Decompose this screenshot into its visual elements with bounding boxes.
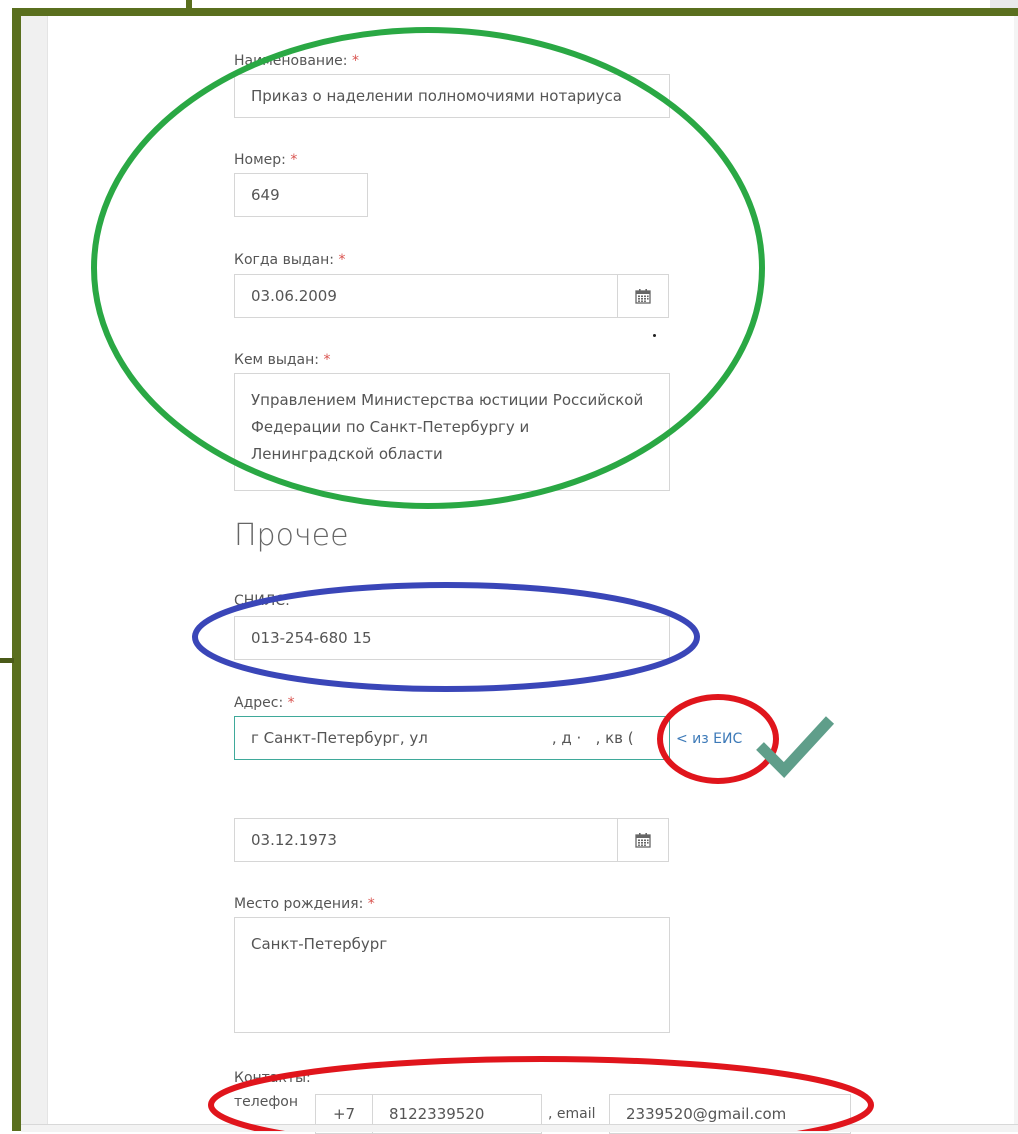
- checkmark-icon: [756, 716, 835, 778]
- name-label-text: Наименование:: [234, 53, 348, 69]
- required-mark: *: [287, 695, 295, 711]
- left-gutter: [21, 16, 48, 1131]
- snils-label: СНИЛС:: [234, 593, 290, 609]
- number-label-text: Номер:: [234, 152, 286, 168]
- calendar-icon: [635, 833, 651, 848]
- address-label-text: Адрес:: [234, 695, 284, 711]
- name-label: Наименование: *: [234, 53, 359, 69]
- calendar-icon: [635, 289, 651, 304]
- section-title-other: Прочее: [234, 518, 349, 553]
- contacts-label: Контакты:: [234, 1070, 311, 1086]
- window-frame-top: [12, 8, 1018, 16]
- required-mark: *: [351, 53, 359, 69]
- issued-date-label-text: Когда выдан:: [234, 252, 335, 268]
- name-input[interactable]: Приказ о наделении полномочиями нотариус…: [234, 74, 670, 118]
- number-label: Номер: *: [234, 152, 297, 168]
- birthplace-textarea[interactable]: Санкт-Петербург: [234, 917, 670, 1033]
- phone-prefix-text: +7: [332, 1105, 356, 1123]
- required-mark: *: [367, 896, 375, 912]
- window-frame-left: [12, 8, 21, 1131]
- required-mark: *: [290, 152, 298, 168]
- required-mark: *: [338, 252, 346, 268]
- issued-date-input[interactable]: 03.06.2009: [234, 274, 618, 318]
- number-input[interactable]: 649: [234, 173, 368, 217]
- issued-by-label-text: Кем выдан:: [234, 352, 319, 368]
- birthplace-label: Место рождения: *: [234, 896, 375, 912]
- issued-date-label: Когда выдан: *: [234, 252, 345, 268]
- address-input[interactable]: г Санкт-Петербург, ул , д · , кв (: [234, 716, 670, 760]
- issued-by-value: Управлением Министерства юстиции Российс…: [251, 391, 644, 463]
- email-label: , email: [548, 1106, 596, 1122]
- address-label: Адрес: *: [234, 695, 295, 711]
- name-value: Приказ о наделении полномочиями нотариус…: [251, 87, 622, 105]
- phone-label: телефон: [234, 1094, 299, 1110]
- email-value: 2339520@gmail.com: [626, 1105, 787, 1123]
- window-frame-stub: [0, 658, 14, 663]
- birth-date-input[interactable]: 03.12.1973: [234, 818, 618, 862]
- address-value: г Санкт-Петербург, ул , д · , кв (: [251, 729, 634, 747]
- right-edge: [1014, 16, 1018, 1131]
- window-frame-tick: [186, 0, 192, 12]
- issued-by-textarea[interactable]: Управлением Министерства юстиции Российс…: [234, 373, 670, 491]
- stray-dot: [653, 334, 656, 337]
- issued-date-calendar-button[interactable]: [617, 274, 669, 318]
- birthplace-label-text: Место рождения:: [234, 896, 364, 912]
- number-value: 649: [251, 186, 280, 204]
- window-corner: [990, 0, 1018, 8]
- issued-date-value: 03.06.2009: [251, 287, 337, 305]
- snils-value: 013-254-680 15: [251, 629, 372, 647]
- snils-input[interactable]: 013-254-680 15: [234, 616, 670, 660]
- birth-date-value: 03.12.1973: [251, 831, 337, 849]
- birthplace-value: Санкт-Петербург: [251, 935, 388, 953]
- issued-by-label: Кем выдан: *: [234, 352, 330, 368]
- birth-date-calendar-button[interactable]: [617, 818, 669, 862]
- phone-value: 8122339520: [389, 1105, 485, 1123]
- from-eis-link[interactable]: < из ЕИС: [676, 731, 742, 747]
- required-mark: *: [323, 352, 331, 368]
